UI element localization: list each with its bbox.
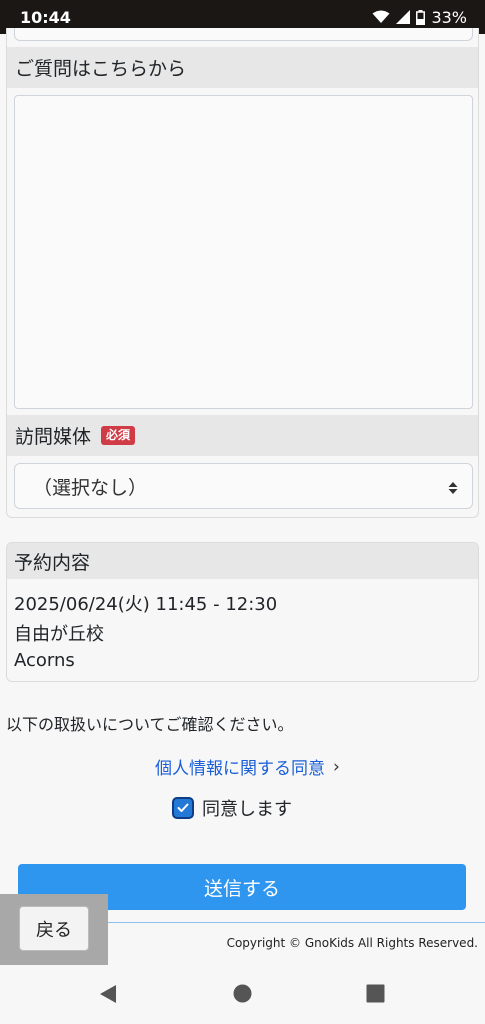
agree-label: 同意します [202,799,292,820]
media-label-text: 訪問媒体 [15,426,92,448]
chevron-right-icon: › [333,756,340,777]
status-time: 10:44 [20,7,71,27]
cellular-icon [396,10,411,24]
nav-back-icon[interactable] [99,984,117,1008]
check-icon [177,803,189,812]
confirmation-notice: 以下の取扱いについてご確認ください。 [6,715,294,734]
media-select[interactable]: （選択なし） [14,463,473,509]
agree-checkbox[interactable] [172,797,194,819]
back-button[interactable]: 戻る [19,906,89,951]
media-select-value: （選択なし） [33,476,148,499]
select-arrows-icon [448,478,458,500]
inquiry-form-card: ご質問はこちらから 訪問媒体 必須 （選択なし） [6,28,479,518]
question-textarea[interactable] [14,95,473,409]
agree-checkbox-row[interactable]: 同意します [172,795,292,821]
nav-home-icon[interactable] [233,984,252,1007]
reservation-school: 自由が丘校 [14,624,104,645]
footer-divider [108,922,485,923]
previous-field-bottom [14,28,473,41]
reservation-card: 予約内容 2025/06/24(火) 11:45 - 12:30 自由が丘校 A… [6,542,479,682]
media-label: 訪問媒体 必須 [7,415,478,456]
battery-percent: 33% [431,7,467,27]
system-navigation-bar [0,965,485,1024]
status-icons: 33% [372,8,467,27]
privacy-consent-link[interactable]: 個人情報に関する同意 › [155,754,340,780]
nav-recents-icon[interactable] [366,984,385,1007]
required-badge: 必須 [101,426,136,445]
question-label: ご質問はこちらから [7,47,478,88]
battery-icon [416,9,426,25]
reservation-title: 予約内容 [7,543,478,579]
privacy-consent-link-label: 個人情報に関する同意 [155,759,325,779]
reservation-course: Acorns [14,650,75,671]
reservation-datetime: 2025/06/24(火) 11:45 - 12:30 [14,594,278,615]
wifi-icon [372,10,390,24]
copyright-text: Copyright © GnoKids All Rights Reserved. [226,936,478,950]
